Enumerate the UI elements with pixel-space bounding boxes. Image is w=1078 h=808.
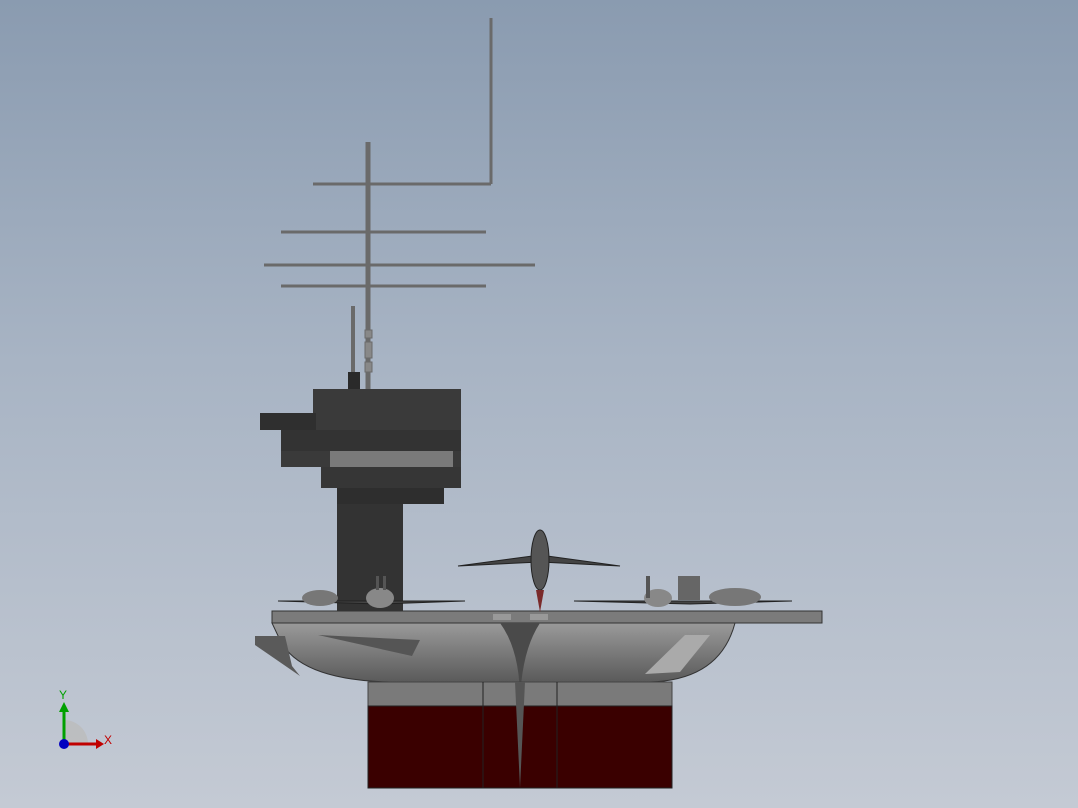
y-axis-label: Y xyxy=(59,688,67,702)
antenna-mast xyxy=(264,18,535,390)
aircraft-right xyxy=(573,576,793,607)
coordinate-triad: Y X xyxy=(59,688,112,749)
x-axis-label: X xyxy=(104,733,112,747)
flight-deck xyxy=(271,610,823,624)
z-axis-dot xyxy=(59,739,69,749)
aircraft-center xyxy=(457,529,621,612)
3d-viewport[interactable]: Y X xyxy=(0,0,1078,808)
carrier-model[interactable] xyxy=(255,18,823,789)
hull xyxy=(255,622,736,789)
island-superstructure xyxy=(260,389,461,612)
